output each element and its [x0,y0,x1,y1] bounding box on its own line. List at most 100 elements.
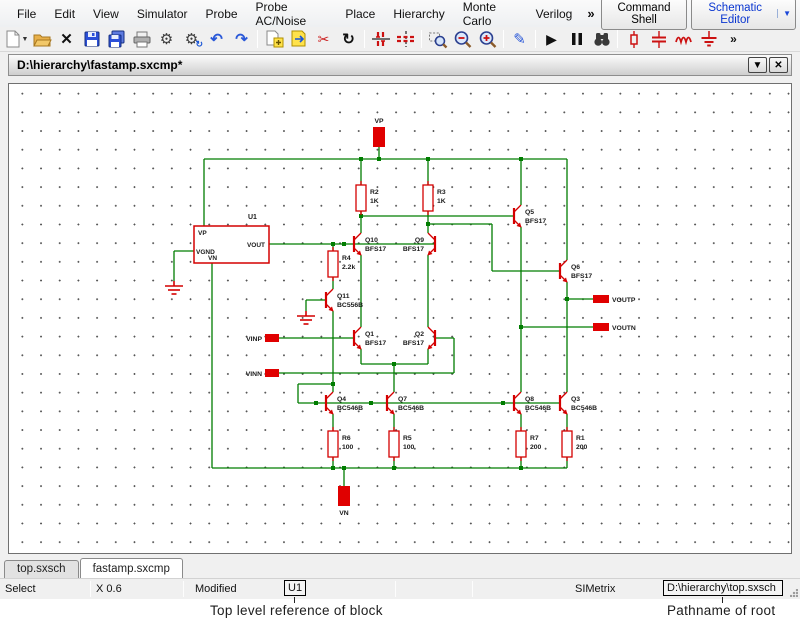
toolbar-overflow-button[interactable]: » [721,28,746,50]
svg-text:BFS17: BFS17 [525,218,546,225]
save-all-button[interactable] [104,28,129,50]
status-separator [395,581,396,597]
new-page-icon [5,30,21,48]
schematic-titlebar[interactable]: D:\hierarchy\fastamp.sxcmp* ▼ ✕ [8,54,792,76]
gear-icon: ⚙ [160,32,173,47]
callout-line [722,597,723,603]
chevron-down-icon: ▼ [22,36,29,43]
editor-mode-select[interactable]: Schematic Editor ▼ [691,0,796,30]
save-floppy-icon [83,30,101,48]
place-capacitor-button[interactable] [646,28,671,50]
transistor-Q11 [326,289,334,312]
terminal-VP [373,127,385,147]
redraw-button[interactable]: ↻ [336,28,361,50]
svg-text:1K: 1K [370,198,379,205]
copy-button[interactable] [261,28,286,50]
place-resistor-button[interactable] [621,28,646,50]
capacitor-symbol-icon [650,30,668,49]
menu-verilog[interactable]: Verilog [527,3,582,25]
svg-text:R4: R4 [342,255,351,262]
undo-button[interactable]: ↶ [204,28,229,50]
resistor-R5 [389,427,399,461]
menu-monte-carlo[interactable]: Monte Carlo [454,0,527,32]
pause-simulation-button[interactable] [564,28,589,50]
command-shell-button[interactable]: Command Shell [601,0,688,30]
transistors[interactable] [326,205,568,415]
refresh-arrows-icon: ↻ [195,39,203,50]
find-part-button[interactable] [589,28,614,50]
place-inductor-button[interactable] [671,28,696,50]
svg-text:Q1: Q1 [365,331,374,338]
resize-grip[interactable] [790,589,798,597]
toolbar-separator [364,30,365,48]
menu-view[interactable]: View [84,3,128,25]
svg-text:Q6: Q6 [571,264,580,271]
printer-icon [132,30,152,48]
open-button[interactable] [29,28,54,50]
cut-button[interactable]: ✂ [311,28,336,50]
zoom-area-icon [428,30,448,49]
window-restore-button[interactable]: ▼ [748,57,767,73]
svg-text:200: 200 [576,444,588,451]
toolbar-separator [503,30,504,48]
pencil-icon: ✎ [513,32,526,47]
save-button[interactable] [79,28,104,50]
annotate-button[interactable]: ✎ [507,28,532,50]
status-root-path: D:\hierarchy\top.sxsch [663,580,783,596]
tab-top-sxsch[interactable]: top.sxsch [4,560,79,578]
resistor-R3 [423,181,433,215]
zoom-area-button[interactable] [425,28,450,50]
ground-symbol[interactable] [165,281,183,294]
terminals[interactable] [265,127,609,506]
svg-text:BFS17: BFS17 [365,246,386,253]
terminal-VOUTN [593,323,609,331]
terminal-VN [338,486,350,506]
menu-simulator[interactable]: Simulator [128,3,197,25]
svg-text:BC546B: BC546B [398,405,424,412]
svg-text:R5: R5 [403,435,412,442]
paste-button[interactable] [286,28,311,50]
settings-button[interactable]: ⚙ [154,28,179,50]
new-schematic-button[interactable]: ▼ [4,28,29,50]
toggle-wire-mode-button[interactable] [368,28,393,50]
hierarchical-block-U1[interactable]: U1 VP VOUT VGND VN [194,214,269,263]
window-close-button[interactable]: ✕ [769,57,788,73]
place-ground-button[interactable] [696,28,721,50]
svg-text:VINP: VINP [246,336,262,343]
svg-text:VOUTN: VOUTN [612,325,636,332]
menu-file[interactable]: File [8,3,45,25]
svg-text:R7: R7 [530,435,539,442]
resistor-R4 [328,247,338,281]
menu-hierarchy[interactable]: Hierarchy [384,3,453,25]
zoom-out-button[interactable] [450,28,475,50]
block-ref-label: U1 [248,214,257,221]
copy-page-plus-icon [264,30,284,48]
redo-button[interactable]: ↷ [229,28,254,50]
terminal-VINN [265,369,279,377]
close-icon: ✕ [774,60,782,71]
zoom-in-button[interactable] [475,28,500,50]
menu-probe[interactable]: Probe [197,3,247,25]
toolbar-separator [257,30,258,48]
schematic-canvas[interactable]: U1 VP VOUT VGND VN VP VN VINP VINN [8,83,792,554]
undo-arrow-icon: ↶ [210,32,223,47]
svg-text:1K: 1K [437,198,446,205]
tab-fastamp-sxcmp[interactable]: fastamp.sxcmp [80,558,183,578]
svg-text:VOUTP: VOUTP [612,297,636,304]
svg-text:R2: R2 [370,189,379,196]
terminal-VOUTP [593,295,609,303]
simulator-settings-button[interactable]: ⚙↻ [179,28,204,50]
print-button[interactable] [129,28,154,50]
close-schematic-button[interactable]: ✕ [54,28,79,50]
menu-overflow-chevron[interactable]: » [581,6,600,21]
toggle-bus-mode-button[interactable] [393,28,418,50]
terminal-VINP [265,334,279,342]
menu-place[interactable]: Place [336,3,384,25]
menu-edit[interactable]: Edit [45,3,84,25]
menu-probe-ac-noise[interactable]: Probe AC/Noise [247,0,337,32]
ground-symbol[interactable] [297,311,315,324]
annotation-footer: Top level reference of block Pathname of… [0,599,800,620]
main-toolbar: ▼ ✕ ⚙ ⚙↻ ↶ ↷ ✂ ↻ [0,27,800,52]
run-simulation-button[interactable]: ▶ [539,28,564,50]
svg-text:Q11: Q11 [337,293,350,300]
